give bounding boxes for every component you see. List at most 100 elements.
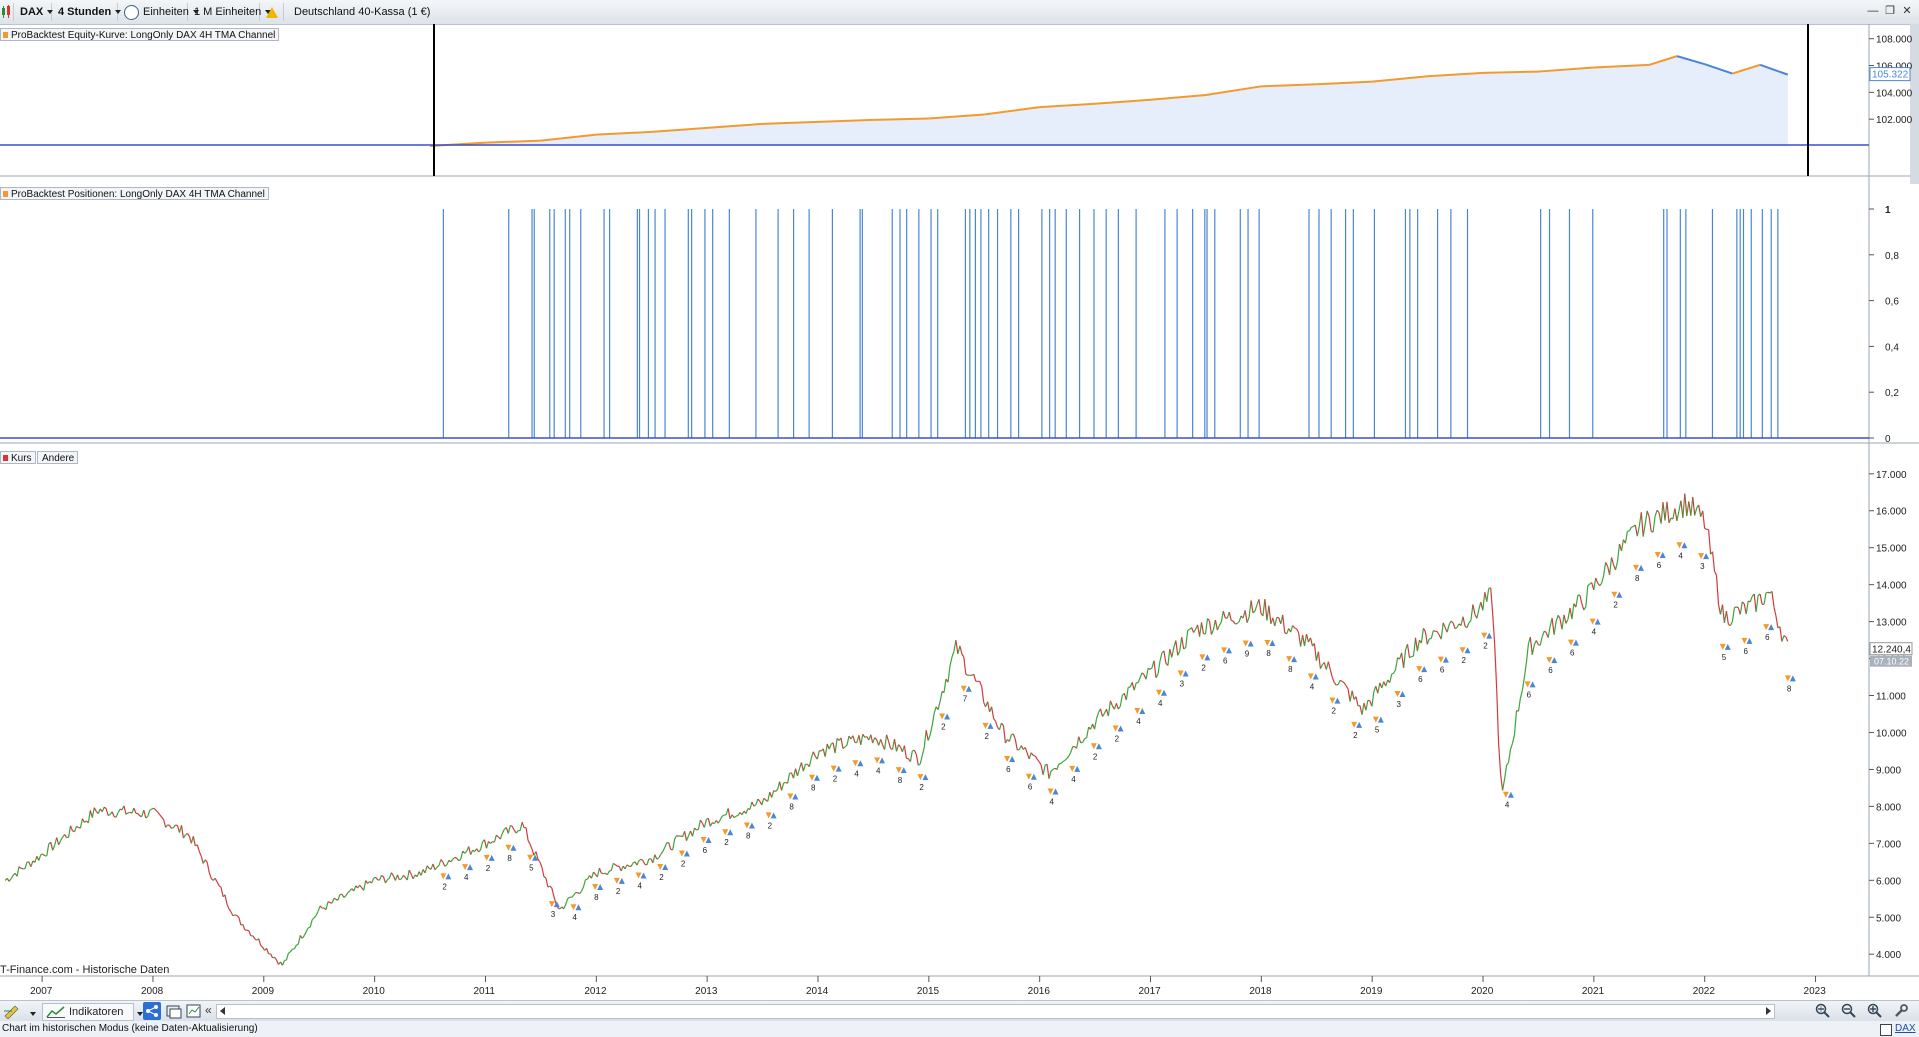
legend-kurs[interactable]: Kurs [0, 451, 36, 464]
trade-marker[interactable]: 4 [1134, 708, 1146, 726]
trade-marker[interactable]: 3 [1698, 553, 1710, 571]
trade-marker[interactable]: 6 [1741, 637, 1753, 656]
candlestick-icon[interactable] [0, 3, 14, 21]
trade-marker[interactable]: 6 [1221, 647, 1233, 665]
price-tick-label: 10.000 [1876, 728, 1907, 739]
status-ticker-link[interactable]: DAX [1895, 1021, 1916, 1037]
trade-marker[interactable]: 4 [635, 872, 647, 890]
trade-marker[interactable]: 4 [462, 864, 474, 882]
trade-marker[interactable]: 2 [613, 877, 625, 896]
trade-marker[interactable]: 8 [505, 844, 517, 863]
trade-marker[interactable]: 2 [440, 873, 452, 891]
trade-marker[interactable]: 8 [592, 884, 604, 902]
trade-marker[interactable]: 3 [548, 901, 560, 919]
trade-marker[interactable]: 4 [1047, 788, 1059, 806]
close-button[interactable]: ✕ [1899, 3, 1915, 19]
trade-marker[interactable]: 2 [982, 722, 994, 741]
share-icon[interactable] [143, 1002, 161, 1020]
trade-marker[interactable]: 5 [1372, 716, 1384, 735]
minimize-button[interactable]: — [1865, 3, 1881, 19]
trade-marker[interactable]: 2 [1090, 743, 1102, 761]
trade-marker[interactable]: 2 [939, 713, 951, 732]
trade-marker[interactable]: 2 [765, 812, 777, 830]
trade-marker[interactable]: 7 [960, 685, 972, 704]
trade-marker[interactable]: 6 [1437, 656, 1449, 675]
trade-marker[interactable]: 4 [1589, 618, 1601, 637]
zoom-out-icon[interactable] [1841, 1003, 1857, 1022]
warning-button[interactable] [262, 3, 284, 21]
tools-dropdown[interactable] [26, 1008, 36, 1020]
indicators-button[interactable]: Indikatoren [42, 1003, 134, 1021]
trade-marker[interactable]: 2 [1351, 721, 1363, 740]
trade-marker[interactable]: 2 [1112, 725, 1124, 744]
trade-marker[interactable]: 6 [1763, 624, 1775, 642]
trade-marker[interactable]: 4 [852, 760, 864, 778]
restore-button[interactable]: ❐ [1882, 3, 1898, 19]
trade-marker[interactable]: 2 [1481, 632, 1493, 651]
backtest-icon[interactable] [186, 1003, 202, 1019]
trade-marker[interactable]: 4 [1307, 673, 1319, 691]
trade-marker[interactable]: 4 [1069, 765, 1081, 784]
trade-marker[interactable]: 5 [527, 854, 539, 873]
trade-marker[interactable]: 8 [895, 767, 907, 785]
trade-marker[interactable]: 6 [1567, 639, 1579, 658]
zoom-fit-icon[interactable] [1815, 1003, 1831, 1022]
symbol-selector[interactable]: DAX [16, 3, 54, 21]
history-selector[interactable]: 1 M Einheiten [190, 3, 272, 21]
trade-marker[interactable]: 8 [1784, 675, 1796, 693]
trade-marker[interactable]: 2 [1611, 591, 1623, 610]
trade-marker[interactable]: 8 [809, 774, 821, 793]
trade-marker[interactable]: 6 [700, 837, 712, 855]
positions-panel-label[interactable]: ProBacktest Positionen: LongOnly DAX 4H … [0, 187, 269, 200]
price-segment [1020, 745, 1024, 750]
trade-marker[interactable]: 3 [1394, 691, 1406, 709]
scroll-left-icon[interactable] [220, 1007, 225, 1015]
legend-andere[interactable]: Andere [37, 451, 79, 464]
trade-marker[interactable]: 2 [722, 829, 734, 847]
price-segment [400, 875, 404, 880]
trade-marker[interactable]: 8 [1633, 564, 1645, 583]
trade-marker[interactable]: 6 [1025, 773, 1037, 792]
trade-marker[interactable]: 2 [678, 850, 690, 869]
zoom-in-icon[interactable] [1867, 1003, 1883, 1022]
price-segment [638, 858, 642, 862]
trade-marker[interactable]: 2 [1199, 654, 1211, 672]
pencil-tool-icon[interactable] [2, 1003, 24, 1020]
trade-marker[interactable]: 2 [917, 774, 929, 792]
time-scrollbar[interactable] [216, 1004, 1775, 1019]
trade-marker[interactable]: 2 [830, 765, 842, 784]
trade-marker[interactable]: 5 [1719, 643, 1731, 662]
trade-marker[interactable]: 6 [1416, 666, 1428, 684]
units-selector[interactable]: Einheiten [120, 3, 199, 21]
trade-marker[interactable]: 6 [1524, 681, 1536, 699]
trade-marker[interactable]: 4 [1502, 791, 1514, 810]
trade-marker[interactable]: 6 [1546, 657, 1558, 675]
trade-marker[interactable]: 2 [1459, 647, 1471, 665]
trade-marker[interactable]: 8 [743, 822, 755, 840]
trade-marker[interactable]: 4 [874, 757, 886, 775]
indicators-dropdown[interactable] [133, 1008, 143, 1020]
trade-marker[interactable]: 4 [1155, 689, 1167, 708]
trade-marker[interactable]: 4 [1676, 542, 1688, 560]
settings-wrench-icon[interactable] [1893, 1003, 1909, 1022]
trade-marker[interactable]: 2 [657, 863, 669, 882]
trade-marker[interactable]: 6 [1004, 755, 1016, 774]
screenshot-icon[interactable] [166, 1003, 182, 1019]
price-segment [757, 798, 761, 802]
trade-marker[interactable]: 9 [1242, 640, 1254, 658]
trade-marker[interactable]: 2 [483, 854, 495, 873]
trade-marker[interactable]: 8 [1286, 656, 1298, 674]
trade-marker[interactable]: 8 [1264, 639, 1276, 658]
price-segment [337, 894, 341, 901]
trade-marker[interactable]: 2 [1329, 697, 1341, 716]
equity-panel-label[interactable]: ProBacktest Equity-Kurve: LongOnly DAX 4… [0, 28, 280, 41]
scroll-right-icon[interactable] [1766, 1007, 1771, 1015]
trade-marker[interactable]: 6 [1654, 551, 1666, 570]
right-scroll-edge[interactable] [1910, 24, 1919, 184]
trade-marker[interactable]: 3 [1177, 670, 1189, 688]
timeframe-selector[interactable]: 4 Stunden [54, 3, 122, 21]
scroll-start-icon[interactable]: « [205, 1003, 212, 1017]
price-segment [660, 851, 664, 855]
trade-marker[interactable]: 8 [787, 793, 799, 812]
trade-marker[interactable]: 4 [570, 904, 582, 922]
